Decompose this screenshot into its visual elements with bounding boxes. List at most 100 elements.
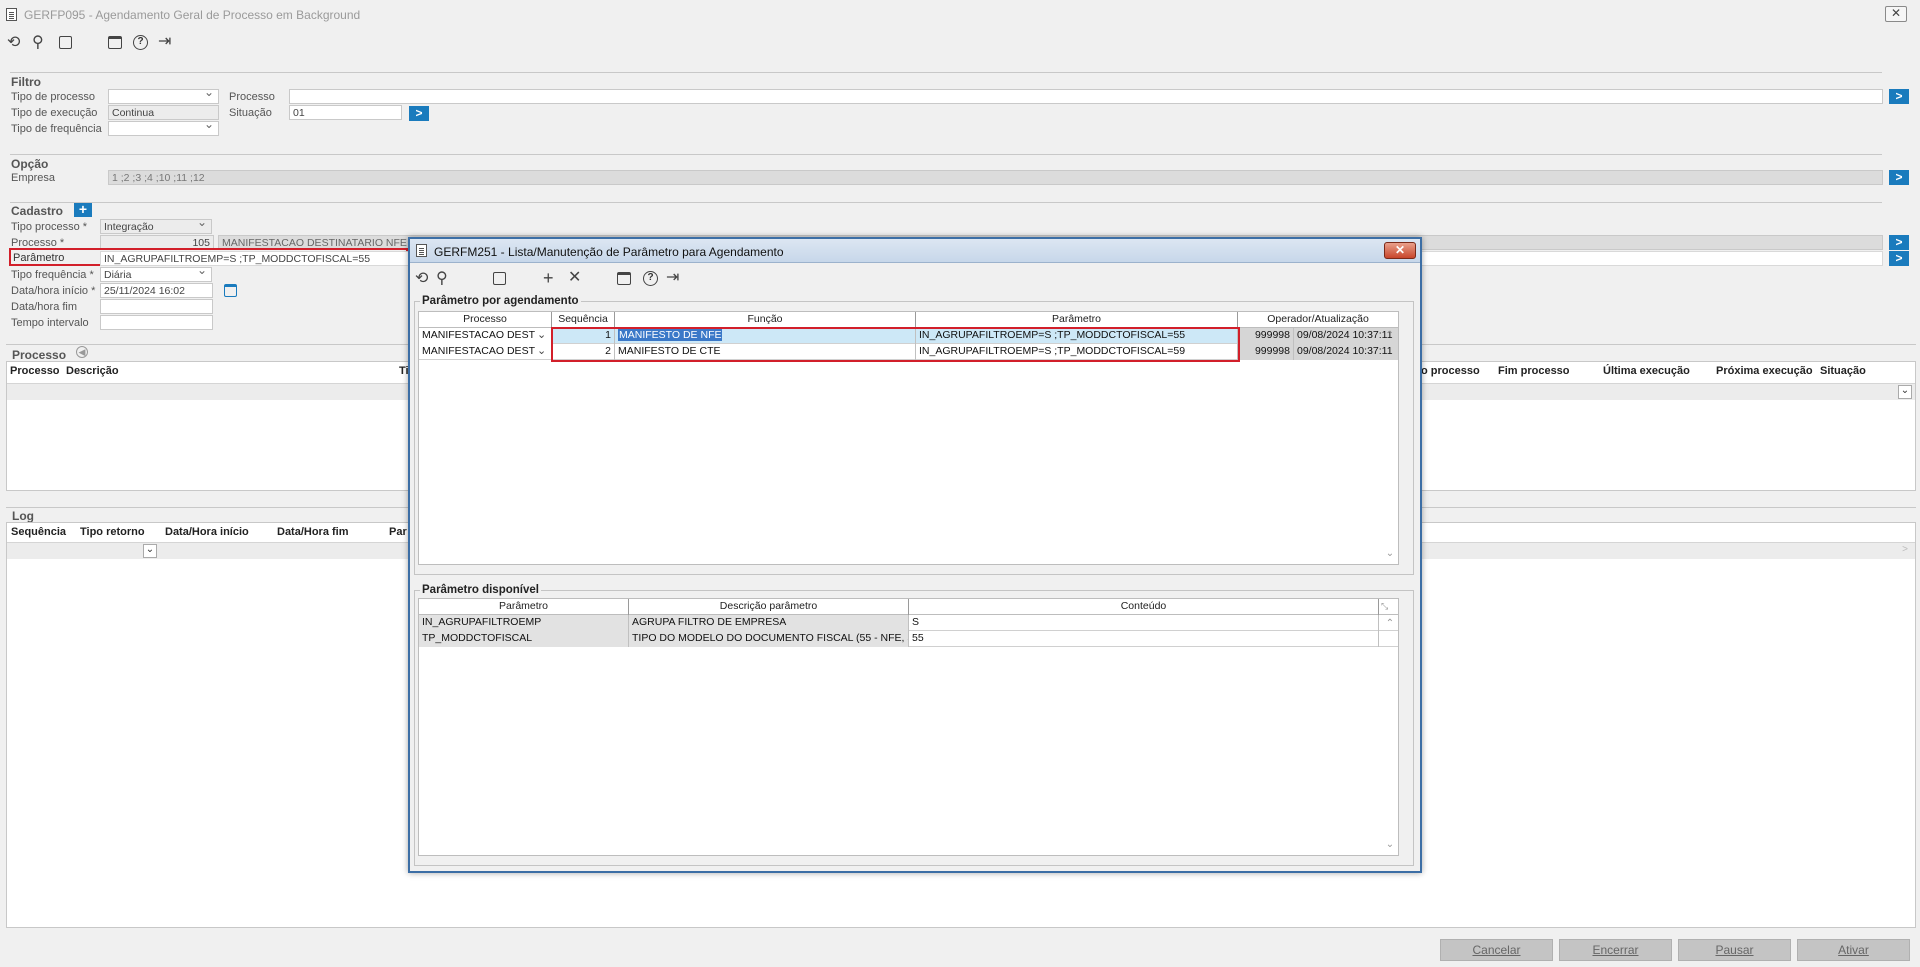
g1-col-processo: Processo [419,312,552,328]
g1-row-1-processo[interactable]: MANIFESTACAO DEST [419,328,552,344]
pausar-button[interactable]: Pausar [1678,939,1791,961]
save-icon[interactable] [59,36,72,49]
dialog-add-icon[interactable]: + [543,269,554,287]
cadastro-data-inicio-input[interactable]: 25/11/2024 16:02 [100,283,213,298]
window-title: GERFP095 - Agendamento Geral de Processo… [24,8,361,22]
opcao-empresa-label: Empresa [11,172,56,184]
cadastro-tipo-processo-label: Tipo processo * [11,221,88,233]
filtro-tipo-processo-label: Tipo de processo [11,91,95,103]
g1-row-1-dropdown-icon[interactable]: ⌄ [537,328,546,341]
dialog-titlebar: GERFM251 - Lista/Manutenção de Parâmetro… [410,239,1420,263]
dialog-calendar-icon[interactable] [617,272,631,285]
g1-row-2-processo[interactable]: MANIFESTACAO DEST [419,344,552,360]
ativar-button[interactable]: Ativar [1797,939,1910,961]
filtro-situacao-label: Situação [229,107,272,119]
help-icon[interactable]: ? [133,35,148,50]
cadastro-tipo-frequencia-label: Tipo frequência * [11,269,94,281]
window-close-button[interactable]: ✕ [1885,6,1907,22]
filtro-search-go-button[interactable]: > [409,106,429,121]
processo-dropdown-icon[interactable]: ⌄ [1898,385,1912,399]
processo-panel-label: Processo [12,348,67,362]
g2-row-1-parametro: IN_AGRUPAFILTROEMP [419,615,629,631]
log-panel-label: Log [12,509,34,523]
opcao-empresa-go-button[interactable]: > [1889,170,1909,185]
g1-col-sequencia: Sequência [552,312,615,328]
g2-row-1-conteudo[interactable]: S [909,615,1379,631]
calendar-picker-icon[interactable] [224,284,237,297]
g1-row-1-atualizacao: 09/08/2024 10:37:11 [1294,328,1398,344]
cancelar-button[interactable]: Cancelar [1440,939,1553,961]
rows-highlight-box [551,327,1240,362]
cadastro-tempo-intervalo-input[interactable] [100,315,213,330]
dialog-title: GERFM251 - Lista/Manutenção de Parâmetro… [434,245,784,259]
cadastro-data-inicio-label: Data/hora início * [11,285,96,297]
cadastro-processo-go-button[interactable]: > [1889,235,1909,250]
g1-col-operador: Operador/Atualização [1267,313,1369,325]
parametro-disponivel-grid: Parâmetro Descrição parâmetro Conteúdo ⤡… [418,598,1399,856]
processo-col-processo: Processo [10,365,60,377]
g2-resize-icon[interactable]: ⤡ [1381,601,1388,612]
exit-icon[interactable]: ⇥ [158,34,171,50]
dialog-exit-icon[interactable]: ⇥ [666,270,679,286]
log-col-data-inicio: Data/Hora início [165,526,249,538]
cadastro-tipo-processo-select[interactable]: Integração [100,219,212,234]
back-circle-icon[interactable]: ◀ [76,346,88,358]
parametro-dialog: GERFM251 - Lista/Manutenção de Parâmetro… [408,237,1422,873]
filtro-processo-go-button[interactable]: > [1889,89,1909,104]
g2-row-2[interactable]: TP_MODDCTOFISCAL TIPO DO MODELO DO DOCUM… [419,631,1398,647]
g1-scroll-down-icon[interactable]: ⌄ [1384,548,1396,559]
dialog-search-icon[interactable]: ⚲ [436,271,448,287]
processo-col-situacao: Situação [1820,365,1866,377]
opcao-empresa-field[interactable]: 1 ;2 ;3 ;4 ;10 ;11 ;12 [108,170,1883,185]
g2-col-parametro: Parâmetro [419,599,629,615]
cadastro-data-fim-label: Data/hora fim [11,301,78,313]
g1-row-2-dropdown-icon[interactable]: ⌄ [537,344,546,357]
dialog-help-icon[interactable]: ? [643,271,658,286]
log-col-tipo-retorno: Tipo retorno [80,526,145,538]
parametro-agendamento-title: Parâmetro por agendamento [420,295,581,307]
window-titlebar: GERFP095 - Agendamento Geral de Processo… [0,0,1920,30]
g1-col-parametro: Parâmetro [916,312,1238,328]
filtro-processo-input[interactable] [289,89,1883,104]
filtro-section-label: Filtro [11,75,41,89]
filtro-tipo-processo-select[interactable] [108,89,219,104]
dialog-save-icon[interactable] [493,272,506,285]
g2-row-2-descricao: TIPO DO MODELO DO DOCUMENTO FISCAL (55 -… [629,631,909,647]
g2-scroll-up-icon[interactable]: ⌃ [1384,618,1396,629]
filtro-tipo-frequencia-label: Tipo de frequência [11,123,102,135]
dialog-refresh-icon[interactable]: ⟲ [415,271,428,287]
filtro-situacao-input[interactable]: 01 [289,105,402,120]
parametro-agendamento-grid: Processo Sequência Função Parâmetro Oper… [418,311,1399,565]
g2-scroll-down-icon[interactable]: ⌄ [1384,839,1396,850]
cadastro-data-fim-input[interactable] [100,299,213,314]
g2-row-2-conteudo[interactable]: 55 [909,631,1379,647]
refresh-icon[interactable]: ⟲ [7,35,20,51]
g2-row-1[interactable]: IN_AGRUPAFILTROEMP AGRUPA FILTRO DE EMPR… [419,615,1398,631]
parametro-disponivel-title: Parâmetro disponível [420,584,541,596]
log-col-parametro: Par [389,526,407,538]
cadastro-tipo-frequencia-select[interactable]: Diária [100,267,212,282]
dialog-document-icon [416,244,427,257]
log-col-data-fim: Data/Hora fim [277,526,349,538]
log-scroll-right-icon[interactable]: > [1898,544,1912,558]
cadastro-add-button[interactable]: + [74,202,92,217]
search-icon[interactable]: ⚲ [32,35,44,51]
processo-col-inicio: o processo [1421,365,1480,377]
dialog-delete-icon[interactable]: ✕ [568,270,581,286]
opcao-section-label: Opção [11,157,49,171]
g1-scroll-up-icon[interactable]: ⌃ [1384,330,1396,341]
cadastro-parametro-go-button[interactable]: > [1889,251,1909,266]
calendar-icon[interactable] [108,36,122,49]
encerrar-button[interactable]: Encerrar [1559,939,1672,961]
processo-col-fim: Fim processo [1498,365,1570,377]
g1-col-funcao: Função [615,312,916,328]
processo-col-ultima: Última execução [1603,365,1690,377]
processo-col-descricao: Descrição [66,365,119,377]
document-icon [6,8,17,21]
log-dropdown-icon[interactable]: ⌄ [143,544,157,558]
dialog-close-button[interactable]: ✕ [1384,242,1416,259]
processo-col-proxima: Próxima execução [1716,365,1813,377]
filtro-tipo-execucao-field[interactable]: Continua [108,105,219,120]
g1-row-1-operador: 999998 [1238,328,1294,344]
filtro-tipo-frequencia-select[interactable] [108,121,219,136]
